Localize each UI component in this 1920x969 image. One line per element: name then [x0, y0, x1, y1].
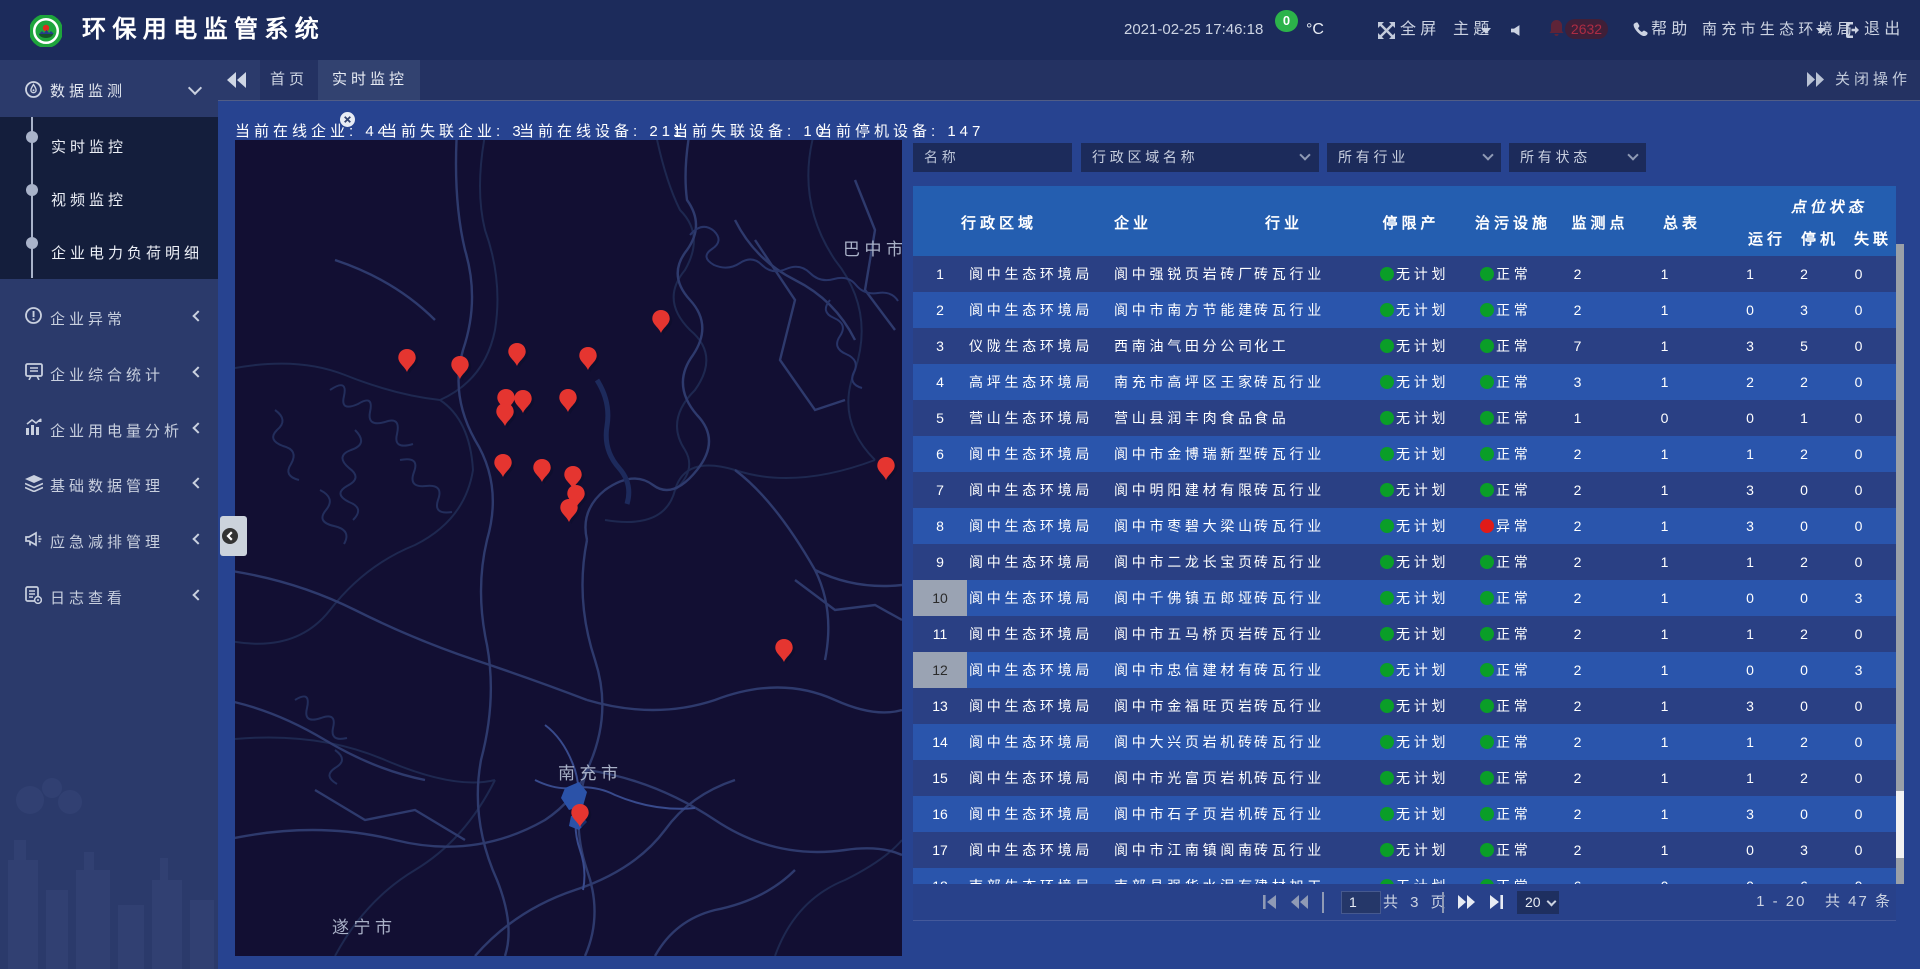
svg-text:巴中市: 巴中市 [843, 240, 902, 259]
svg-text:遂宁市: 遂宁市 [332, 918, 397, 937]
svg-text:南充市: 南充市 [558, 764, 623, 783]
